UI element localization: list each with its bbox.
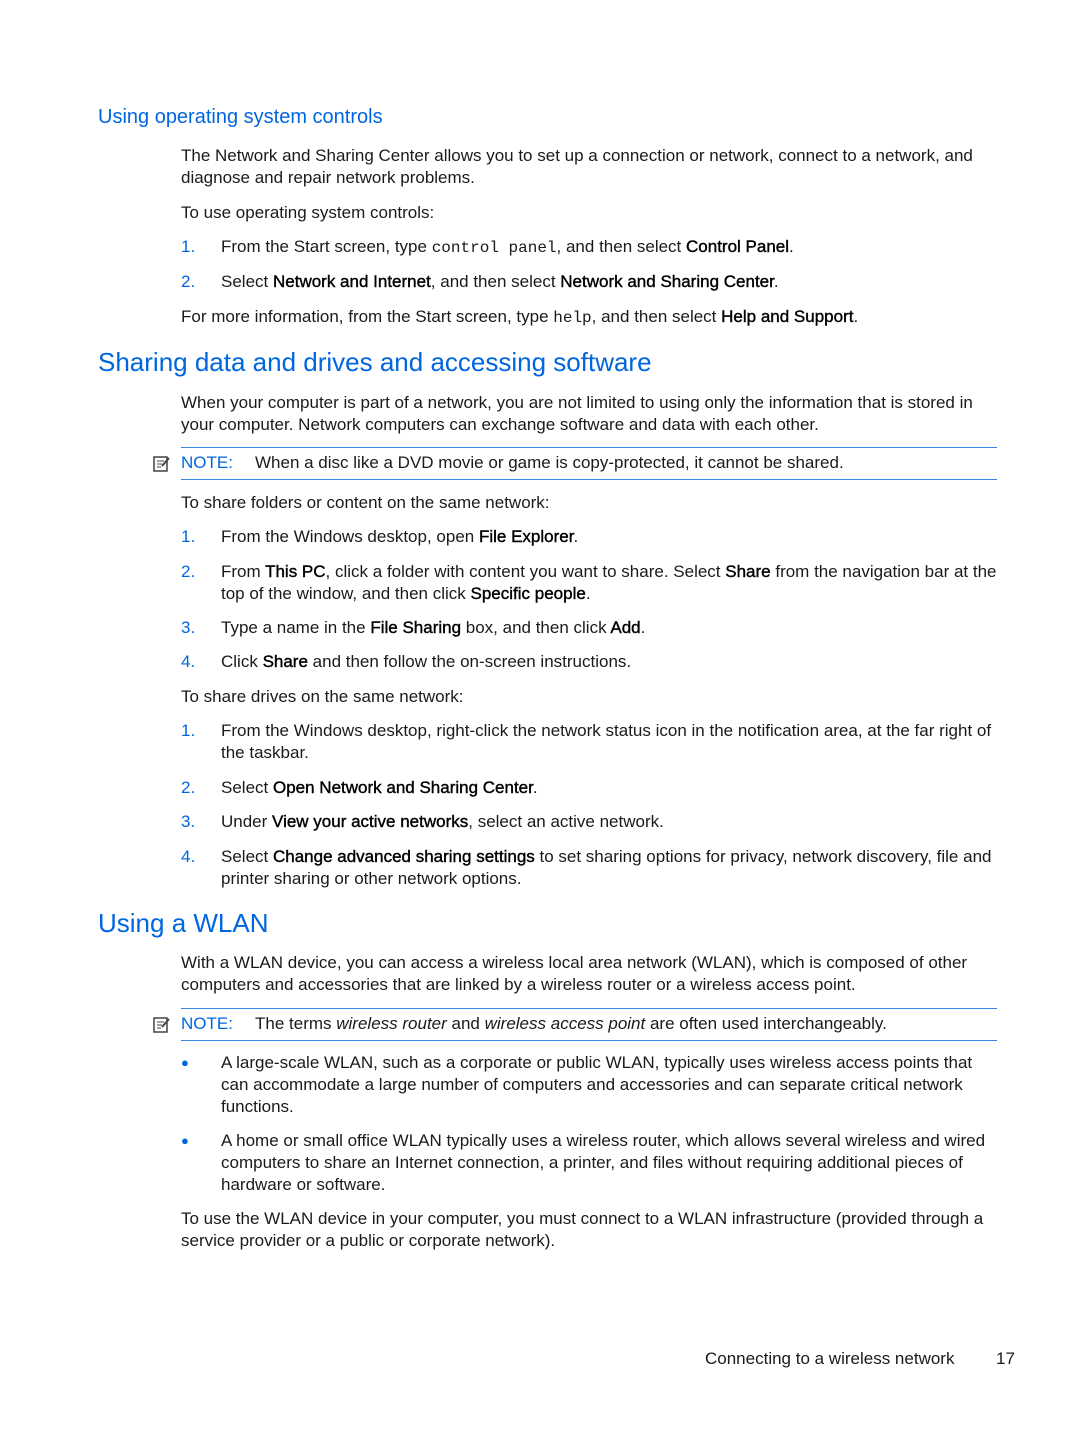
drives-lead: To share drives on the same network: bbox=[181, 687, 464, 706]
heading-os-controls: Using operating system controls bbox=[98, 106, 383, 128]
wlan-intro: With a WLAN device, you can access a wir… bbox=[181, 953, 968, 994]
note-copy-protected: NOTE: When a disc like a DVD movie or ga… bbox=[153, 447, 997, 480]
sharing-intro: When your computer is part of a network,… bbox=[181, 393, 973, 434]
note-text: When a disc like a DVD movie or game is … bbox=[255, 453, 844, 472]
note-label: NOTE: bbox=[181, 453, 233, 472]
document-page: Using operating system controls The Netw… bbox=[0, 0, 1080, 1437]
note-wlan-terms: NOTE: The terms wireless router and wire… bbox=[153, 1008, 997, 1041]
os-more-info: For more information, from the Start scr… bbox=[181, 307, 859, 327]
footer-chapter: Connecting to a wireless network bbox=[705, 1349, 955, 1368]
wlan-closing: To use the WLAN device in your computer,… bbox=[181, 1209, 984, 1250]
heading-wlan: Using a WLAN bbox=[98, 908, 269, 938]
os-intro: The Network and Sharing Center allows yo… bbox=[181, 146, 973, 187]
note-label: NOTE: bbox=[181, 1014, 233, 1033]
heading-sharing: Sharing data and drives and accessing so… bbox=[98, 347, 652, 377]
note-icon bbox=[153, 456, 170, 472]
note-icon bbox=[153, 1017, 170, 1033]
folders-lead: To share folders or content on the same … bbox=[181, 493, 550, 512]
os-lead: To use operating system controls: bbox=[181, 203, 435, 222]
page-number: 17 bbox=[996, 1349, 1015, 1368]
note-text: The terms wireless router and wireless a… bbox=[255, 1014, 887, 1033]
